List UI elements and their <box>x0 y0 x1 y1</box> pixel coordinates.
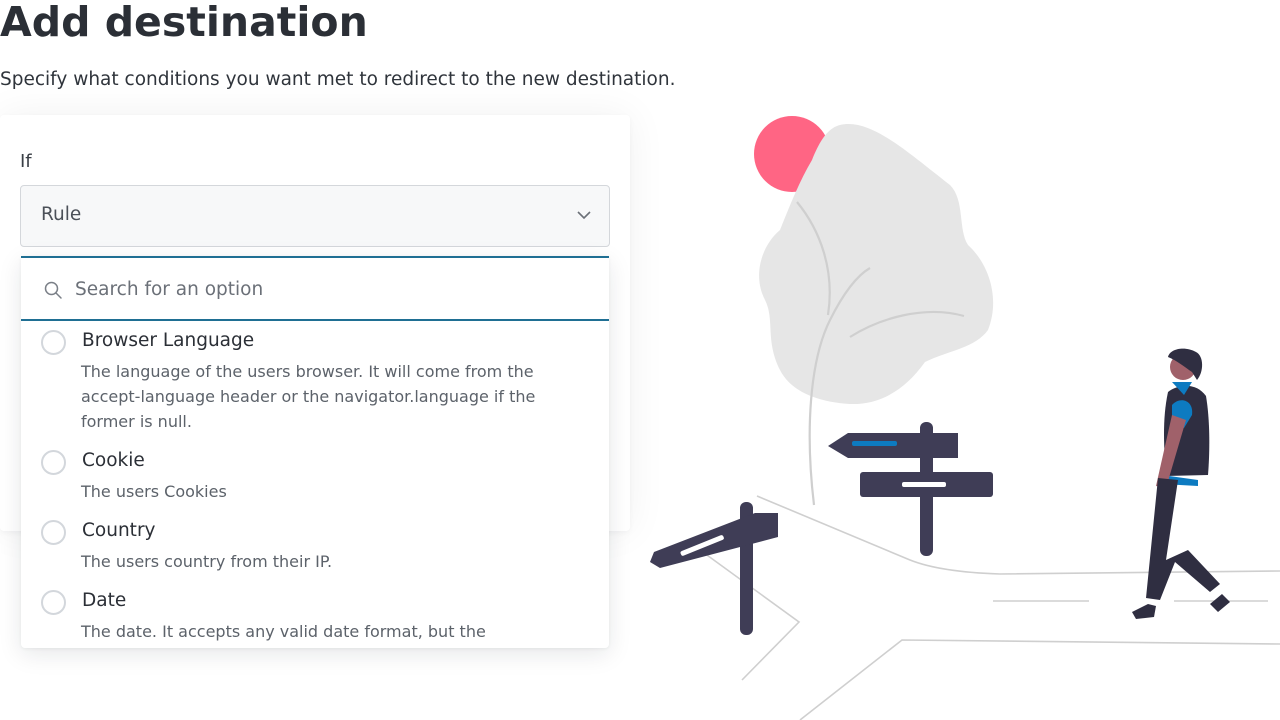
option-title: Cookie <box>82 450 145 471</box>
radio-button[interactable] <box>41 590 66 615</box>
option-description: The date. It accepts any valid date form… <box>81 622 486 641</box>
radio-button[interactable] <box>41 330 66 355</box>
page-title: Add destination <box>0 0 368 46</box>
radio-button[interactable] <box>41 450 66 475</box>
person-figure <box>1132 348 1230 619</box>
option-description: The language of the users browser. It wi… <box>81 362 536 431</box>
rule-dropdown: Browser Language The language of the use… <box>21 256 609 648</box>
search-box <box>21 256 609 321</box>
page: Add destination Specify what conditions … <box>0 0 1280 720</box>
page-subtitle: Specify what conditions you want met to … <box>0 69 676 90</box>
option-description: The users Cookies <box>81 482 227 501</box>
if-label: If <box>20 151 32 172</box>
radio-button[interactable] <box>41 520 66 545</box>
rule-select-value: Rule <box>41 204 82 225</box>
option-title: Browser Language <box>82 330 255 351</box>
option-title: Date <box>82 590 127 611</box>
search-icon <box>44 281 62 299</box>
search-input[interactable] <box>75 271 575 307</box>
option-title: Country <box>82 520 156 541</box>
option-description: The users country from their IP. <box>81 552 333 571</box>
chevron-down-icon <box>577 211 591 220</box>
rule-select[interactable]: Rule <box>20 185 610 247</box>
signpost-illustration <box>650 116 1280 720</box>
